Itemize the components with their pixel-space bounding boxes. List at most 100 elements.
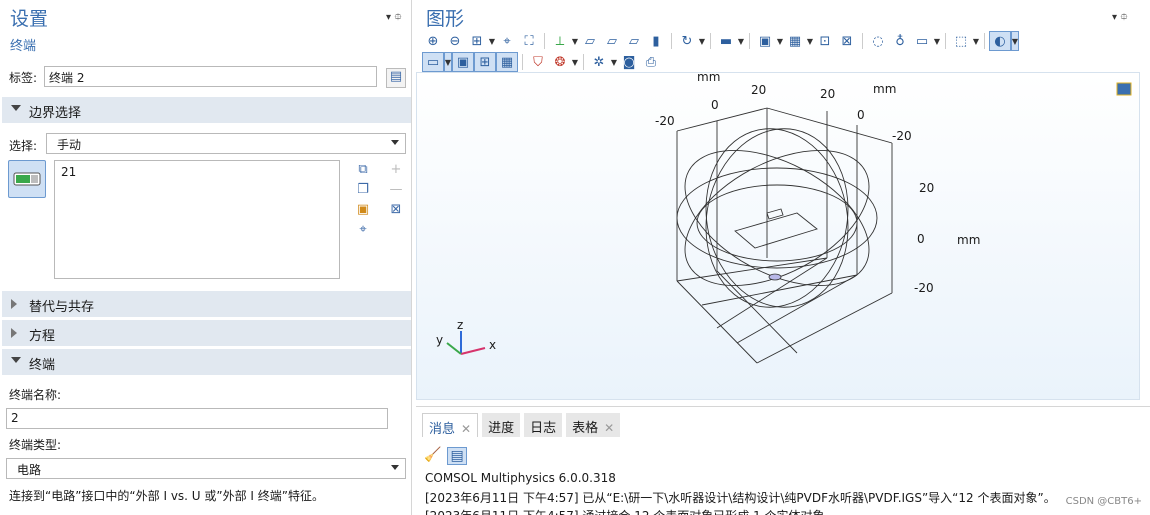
panel-menu-icon[interactable]: ▾ ⯐ <box>1112 10 1128 27</box>
terminal-name-input[interactable]: 2 <box>6 408 388 429</box>
color-icon[interactable]: ❂ <box>549 52 571 72</box>
terminal-type-dropdown[interactable]: 电路 <box>6 458 406 479</box>
tab-table[interactable]: 表格 ✕ <box>566 413 621 437</box>
chevron-down-icon[interactable]: ▼ <box>571 52 579 72</box>
chevron-down-icon[interactable]: ▼ <box>972 31 980 51</box>
node-notes-icon[interactable]: ▤ <box>386 68 406 88</box>
show-messages-icon[interactable]: ▤ <box>447 447 467 465</box>
chevron-down-icon <box>391 465 399 470</box>
triad-x-label: x <box>489 338 496 352</box>
section-equations-label: 方程 <box>29 329 56 344</box>
grid-line <box>756 292 893 364</box>
zoom-selected-icon[interactable]: ⌖ <box>496 31 518 51</box>
toolbar-divider <box>583 54 584 70</box>
grid-line <box>766 107 893 144</box>
lighting-icon[interactable]: ▬ <box>715 31 737 51</box>
close-icon[interactable]: ✕ <box>461 422 471 436</box>
chevron-down-icon[interactable]: ▼ <box>1011 31 1019 51</box>
section-terminal[interactable]: 终端 <box>2 349 411 375</box>
zoom-in-icon[interactable]: ⊕ <box>422 31 444 51</box>
chevron-down-icon[interactable]: ▼ <box>933 31 941 51</box>
axis-tick-label: 20 <box>919 181 934 195</box>
zoom-extents-icon[interactable]: ⛶ <box>518 31 540 51</box>
axis-tick-label: 0 <box>857 108 865 122</box>
axis-tick-label: 20 <box>751 83 766 97</box>
paste-icon[interactable]: ▣ <box>354 202 372 218</box>
label-input[interactable]: 终端 2 <box>44 66 377 87</box>
collapse-icon <box>11 299 17 309</box>
print-icon[interactable]: ⎙ <box>640 52 662 72</box>
show-grid-icon[interactable]: ▣ <box>452 52 474 72</box>
clip-icon[interactable]: ⛉ <box>527 52 549 72</box>
zoom-out-icon[interactable]: ⊖ <box>444 31 466 51</box>
tab-messages[interactable]: 消息 ✕ <box>422 413 479 437</box>
zoom-box-icon[interactable]: ⊞ <box>466 31 488 51</box>
hide-icon[interactable]: ◌ <box>867 31 889 51</box>
reset-icon[interactable]: ✲ <box>588 52 610 72</box>
graphics-toolbar-row-1: ⊕ ⊖ ⊞ ▼ ⌖ ⛶ ⟂ ▼ ▱ ▱ ▱ ▮ ↻ ▼ ▬ ▼ ▣ ▼ ▦ ▼ ⊡ ⊠ ◌ … <box>422 30 1019 52</box>
section-boundary-selection[interactable]: 边界选择 <box>2 97 411 123</box>
select-from-graphics-icon[interactable]: ⧉ <box>354 162 372 178</box>
add-icon[interactable]: + <box>387 162 405 178</box>
zoom-to-selection-icon[interactable]: ⌖ <box>354 222 372 238</box>
selection-list[interactable]: 21 <box>54 160 340 279</box>
chevron-down-icon[interactable]: ▼ <box>737 31 745 51</box>
axis-tick-label: 0 <box>711 98 719 112</box>
section-override[interactable]: 替代与共存 <box>2 291 411 317</box>
expand-icon <box>11 357 21 363</box>
select-objects-icon[interactable]: ▣ <box>754 31 776 51</box>
show-axes-icon[interactable]: ⊞ <box>474 52 496 72</box>
select-domains-icon[interactable]: ▦ <box>784 31 806 51</box>
axes-view-icon[interactable]: ⟂ <box>549 31 571 51</box>
chevron-down-icon[interactable]: ▼ <box>806 31 814 51</box>
geometry-plate <box>734 212 818 249</box>
tab-progress[interactable]: 进度 <box>482 413 521 437</box>
go-to-default-view-icon[interactable]: ▮ <box>645 31 667 51</box>
copy-icon[interactable]: ❐ <box>354 182 372 198</box>
toggle-switch-icon <box>13 172 41 186</box>
close-icon[interactable]: ✕ <box>604 421 614 435</box>
remove-icon[interactable]: — <box>387 182 405 198</box>
expand-icon <box>11 105 21 111</box>
tab-log[interactable]: 日志 <box>524 413 563 437</box>
chevron-down-icon[interactable]: ▼ <box>488 31 496 51</box>
chevron-down-icon[interactable]: ▼ <box>571 31 579 51</box>
clear-selection-icon[interactable]: ⊠ <box>387 202 405 218</box>
view-xy-icon[interactable]: ▱ <box>579 31 601 51</box>
triad-y-label: y <box>436 333 443 347</box>
settings-panel: 设置 ▾ ⯐ 终端 标签: 终端 2 ▤ 边界选择 选择: 手动 21 ⧉ + … <box>0 0 412 515</box>
transparency-icon[interactable]: ⬚ <box>950 31 972 51</box>
panel-menu-icon[interactable]: ▾ ⯐ <box>386 10 402 27</box>
grid-line <box>736 274 858 344</box>
messages-tabs: 消息 ✕ 进度 日志 表格 ✕ <box>422 413 624 437</box>
chevron-down-icon[interactable]: ▼ <box>444 52 452 72</box>
mesh-icon[interactable]: ▦ <box>496 52 518 72</box>
section-equations[interactable]: 方程 <box>2 320 411 346</box>
geometry-ellipse <box>676 167 878 269</box>
show-icon[interactable]: ♁ <box>889 31 911 51</box>
tab-label: 日志 <box>530 421 557 436</box>
clear-messages-icon[interactable]: 🧹 <box>424 447 441 465</box>
rotate-icon[interactable]: ↻ <box>676 31 698 51</box>
toolbar-divider <box>862 33 863 49</box>
render-mode-icon[interactable]: ◐ <box>989 31 1011 51</box>
camera-icon[interactable]: ◙ <box>618 52 640 72</box>
axis-tick-label: 0 <box>917 232 925 246</box>
scene-light-icon <box>1116 82 1132 96</box>
list-item[interactable]: 21 <box>61 165 333 179</box>
active-toggle-button[interactable] <box>8 160 46 198</box>
graphics-viewport[interactable]: mm mm mm -20 0 20 20 0 -20 20 0 -20 z x … <box>416 72 1140 400</box>
view-xz-icon[interactable]: ▱ <box>623 31 645 51</box>
select-box-icon[interactable]: ⊡ <box>814 31 836 51</box>
chevron-down-icon[interactable]: ▼ <box>776 31 784 51</box>
selected-boundary <box>768 273 782 281</box>
clear-selection-icon[interactable]: ⊠ <box>836 31 858 51</box>
view-options-icon[interactable]: ▭ <box>911 31 933 51</box>
chevron-down-icon[interactable]: ▼ <box>610 52 618 72</box>
axis-unit-label: mm <box>957 233 980 247</box>
chevron-down-icon[interactable]: ▼ <box>698 31 706 51</box>
selection-dropdown[interactable]: 手动 <box>46 133 406 154</box>
wireframe-icon[interactable]: ▭ <box>422 52 444 72</box>
view-yz-icon[interactable]: ▱ <box>601 31 623 51</box>
toolbar-divider <box>522 54 523 70</box>
